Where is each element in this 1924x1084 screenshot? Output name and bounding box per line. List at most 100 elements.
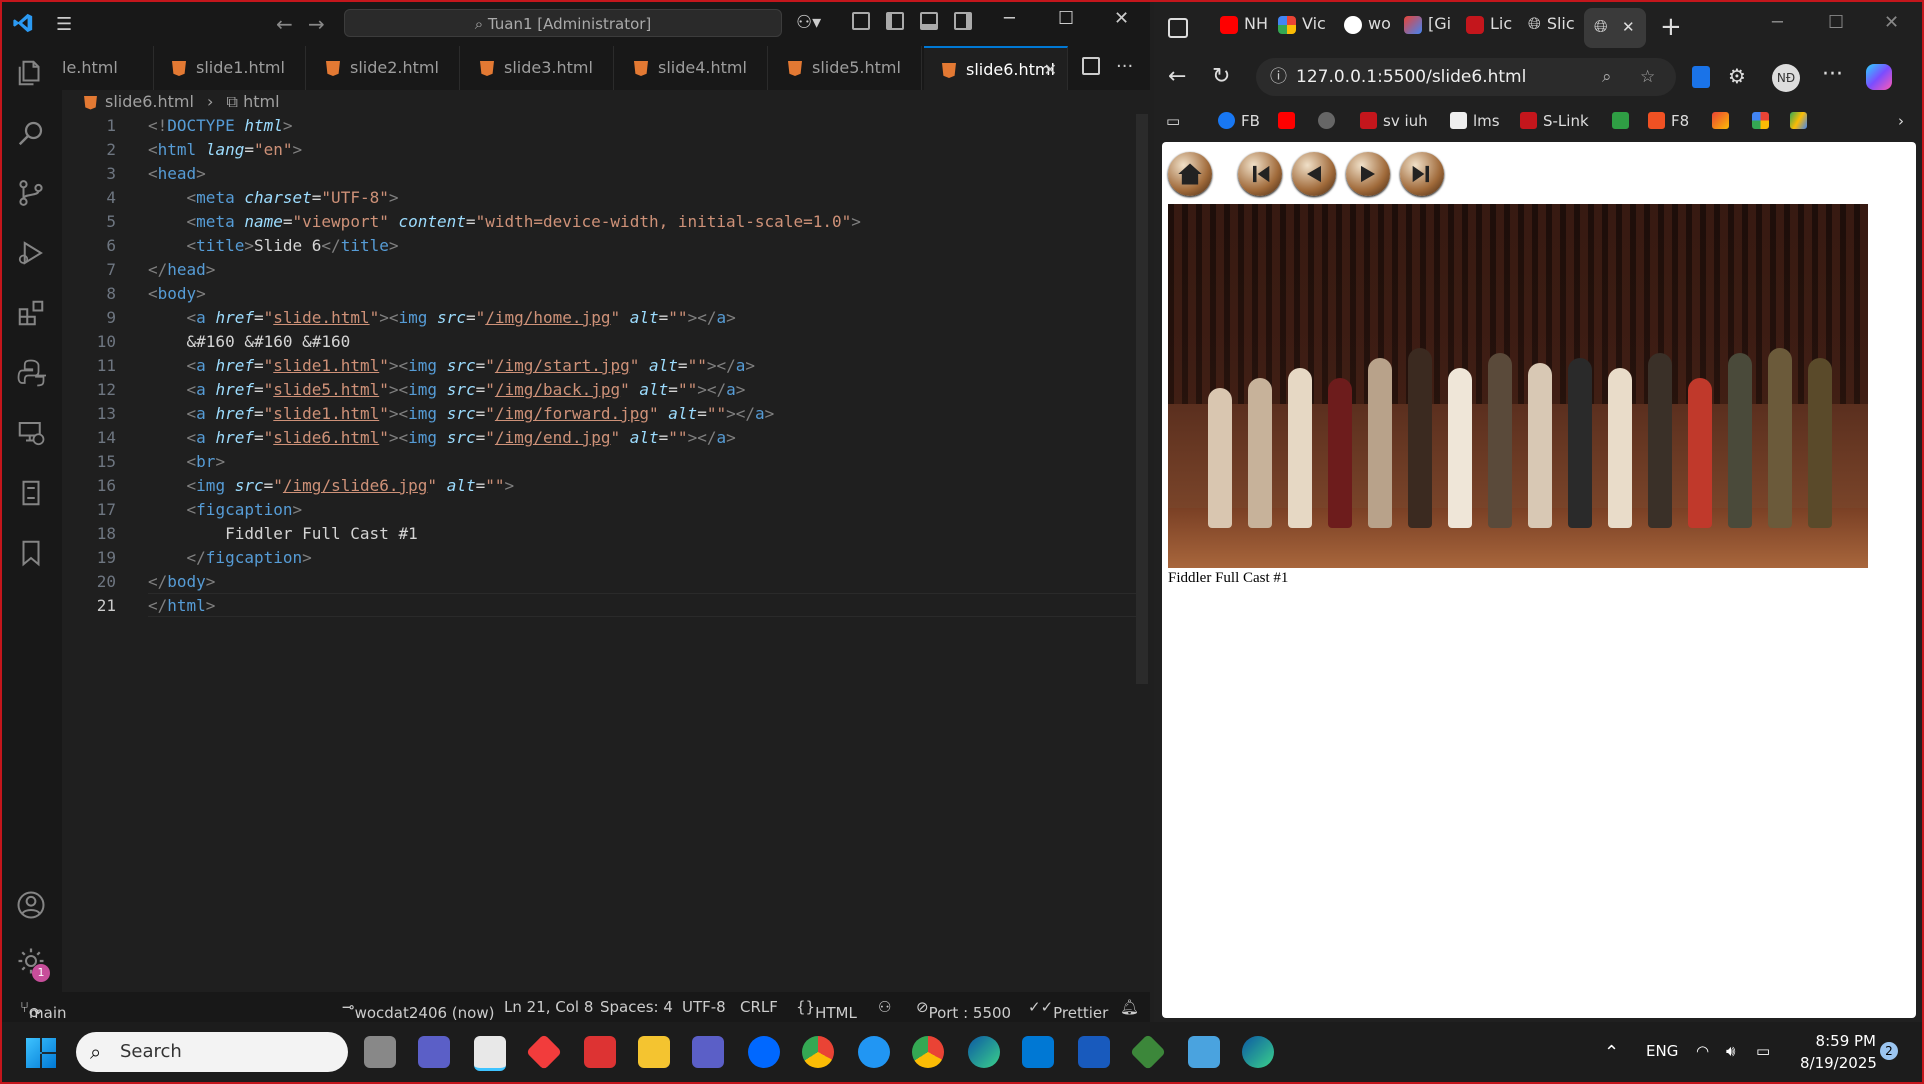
task-view-icon[interactable] [364, 1036, 396, 1068]
git-blame-status[interactable]: ⊸ wocdat2406 (now) [342, 998, 494, 1022]
youtube-icon[interactable] [1278, 112, 1301, 130]
maximize-icon[interactable]: ☐ [1058, 8, 1074, 29]
explorer-icon[interactable] [16, 58, 46, 88]
bookmark-s-link[interactable]: S-Link [1520, 112, 1589, 130]
back-arrow-icon[interactable]: ← [1168, 64, 1186, 89]
app-grid-icon[interactable] [584, 1036, 616, 1068]
customize-layout-icon[interactable] [852, 12, 870, 30]
copilot-icon[interactable]: ⚇▾ [796, 12, 821, 33]
word-icon[interactable] [1078, 1036, 1110, 1068]
clock-time[interactable]: 8:59 PM [1800, 1032, 1876, 1050]
search-icon[interactable] [16, 118, 46, 148]
tab-slide4-html[interactable]: slide4.html [616, 46, 768, 90]
taskbar-search[interactable]: ⌕ Search [76, 1032, 348, 1072]
minimize-icon[interactable]: ─ [1772, 12, 1783, 33]
language-indicator[interactable]: ENG [1646, 1042, 1678, 1060]
tab-slide2-html[interactable]: slide2.html [308, 46, 460, 90]
bookmarks-overflow-icon[interactable]: › [1898, 112, 1904, 130]
settings-gear-icon[interactable]: 1 [16, 946, 50, 982]
meet-icon[interactable] [418, 1036, 450, 1068]
snipping-tool-icon[interactable] [474, 1036, 506, 1071]
toggle-panel-icon[interactable] [920, 12, 938, 30]
tab-le-html[interactable]: le.html [62, 46, 154, 90]
browser-tab-gmail[interactable]: [Gi [1404, 14, 1451, 44]
edge-dev-icon[interactable] [1242, 1036, 1274, 1068]
home-button[interactable] [1168, 152, 1212, 196]
extensions-puzzle-icon[interactable]: ⚙ [1728, 64, 1746, 88]
toggle-secondary-sidebar-icon[interactable] [954, 12, 972, 30]
app-icon[interactable] [525, 1033, 563, 1071]
indentation-status[interactable]: Spaces: 4 [600, 998, 673, 1016]
zoom-icon[interactable]: ⌕ [1602, 58, 1612, 96]
back-arrow-icon[interactable]: ← [276, 12, 293, 36]
bookmark-fb[interactable]: FB [1218, 112, 1260, 130]
tab-slide1-html[interactable]: slide1.html [154, 46, 306, 90]
browser-tab-active[interactable]: 🌐︎ ✕ [1584, 8, 1646, 48]
new-tab-icon[interactable]: + [1660, 12, 1682, 42]
python-icon[interactable] [16, 358, 46, 388]
live-server-port[interactable]: ⊘ Port : 5500 [916, 998, 1011, 1022]
bookmark-lms[interactable]: lms [1450, 112, 1500, 130]
clock-date[interactable]: 8/19/2025 [1800, 1054, 1877, 1072]
forward-button[interactable] [1346, 152, 1390, 196]
photos-icon[interactable] [1752, 112, 1775, 130]
browser-tab-6[interactable]: 🌐︎ Slic [1528, 14, 1575, 44]
extension-icon[interactable] [1692, 66, 1710, 88]
bookmark-f8[interactable]: F8 [1648, 112, 1689, 130]
language-status[interactable]: {} HTML [796, 998, 857, 1022]
file-explorer-icon[interactable] [638, 1036, 670, 1068]
code-editor[interactable]: 1 <!DOCTYPE html> 2 <html lang="en"> 3 <hea… [62, 114, 1150, 994]
app-icon[interactable] [1129, 1033, 1167, 1071]
browser-tab-github[interactable]: wo [1344, 14, 1391, 44]
accounts-icon[interactable] [16, 890, 46, 920]
copilot-icon[interactable] [1866, 64, 1892, 90]
editor-scrollbar[interactable] [1136, 114, 1148, 684]
notepad-icon[interactable] [1188, 1036, 1220, 1068]
gmail-icon[interactable] [1712, 112, 1735, 130]
minimize-icon[interactable]: ─ [1004, 8, 1015, 29]
maximize-icon[interactable]: ☐ [1828, 12, 1844, 33]
edge-icon[interactable] [968, 1036, 1000, 1068]
remote-explorer-icon[interactable] [16, 418, 46, 448]
browser-tab-2[interactable]: Vic [1278, 14, 1326, 44]
chrome-profile-icon[interactable] [912, 1036, 944, 1068]
chevron-up-icon[interactable]: ⌃ [1604, 1042, 1619, 1063]
back-button[interactable] [1292, 152, 1336, 196]
encoding-status[interactable]: UTF-8 [682, 998, 726, 1016]
address-bar[interactable]: ⓘ 127.0.0.1:5500/slide6.html ⌕ ☆ [1256, 58, 1676, 96]
teams-icon[interactable] [692, 1036, 724, 1068]
bookmark-apps-icon[interactable]: ▭ [1166, 112, 1180, 130]
refresh-icon[interactable]: ↻ [1212, 64, 1230, 89]
bookmark-icon[interactable] [16, 538, 46, 568]
volume-icon[interactable]: 🔊︎ [1726, 1042, 1735, 1060]
run-debug-icon[interactable] [16, 238, 46, 268]
end-button[interactable] [1400, 152, 1444, 196]
eol-status[interactable]: CRLF [740, 998, 778, 1016]
vscode-taskbar-icon[interactable] [1022, 1036, 1054, 1068]
close-icon[interactable]: ✕ [1884, 12, 1899, 33]
w-icon[interactable] [1612, 112, 1635, 130]
tab-slide5-html[interactable]: slide5.html [770, 46, 922, 90]
more-menu-icon[interactable]: ··· [1822, 62, 1843, 87]
chrome-icon[interactable] [802, 1036, 834, 1068]
forward-arrow-icon[interactable]: → [308, 12, 325, 36]
prettier-status[interactable]: ✓✓ Prettier [1028, 998, 1108, 1022]
notification-badge[interactable]: 2 [1880, 1042, 1898, 1060]
close-tab-icon[interactable]: ✕ [1622, 18, 1635, 36]
favorite-star-icon[interactable]: ☆ [1640, 58, 1655, 96]
cursor-position[interactable]: Ln 21, Col 8 [504, 998, 593, 1016]
bookmark-sv-iuh[interactable]: sv iuh [1360, 112, 1428, 130]
copilot-status-icon[interactable]: ⚇ [878, 998, 891, 1016]
start-button[interactable] [1238, 152, 1282, 196]
github-icon[interactable] [1318, 112, 1341, 130]
menu-icon[interactable]: ☰ [56, 14, 72, 35]
windows-start-icon[interactable] [26, 1038, 56, 1068]
help-icon[interactable] [858, 1036, 890, 1068]
profile-avatar[interactable]: NĐ [1772, 64, 1800, 92]
zalo-icon[interactable] [748, 1036, 780, 1068]
site-info-icon[interactable]: ⓘ [1270, 58, 1287, 96]
tab-slide6-html[interactable]: slide6.html ✕ [924, 46, 1068, 90]
browser-tab-5[interactable]: Lic [1466, 14, 1512, 44]
battery-icon[interactable]: ▭ [1756, 1042, 1770, 1060]
testing-icon[interactable] [16, 478, 46, 508]
